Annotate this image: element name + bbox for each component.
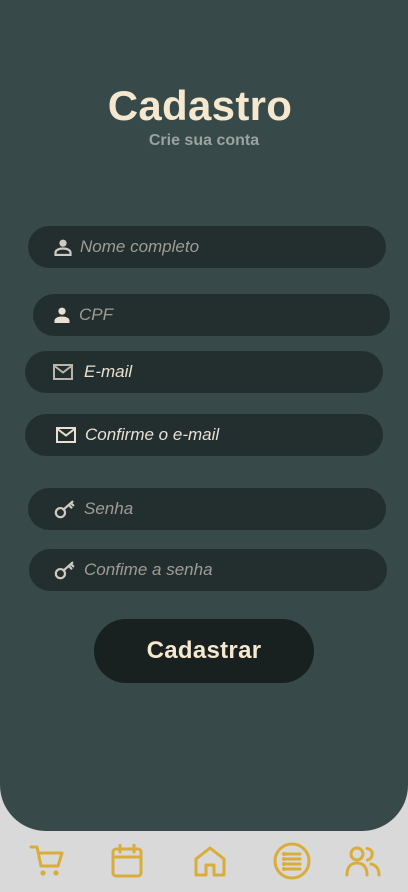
- bottom-nav: [0, 831, 408, 892]
- email-field[interactable]: E-mail: [25, 351, 383, 393]
- form-panel: Cadastro Crie sua conta Nome completo CP…: [0, 0, 408, 831]
- page-subtitle: Crie sua conta: [148, 132, 260, 149]
- full-name-placeholder: Nome completo: [80, 237, 200, 256]
- password-field[interactable]: Senha: [28, 488, 386, 530]
- full-name-field[interactable]: Nome completo: [28, 226, 386, 268]
- cpf-placeholder: CPF: [79, 305, 113, 324]
- calendar-icon[interactable]: [107, 841, 147, 881]
- cpf-field[interactable]: CPF: [33, 294, 390, 336]
- password-confirm-field[interactable]: Confime a senha: [29, 549, 387, 591]
- cart-icon[interactable]: [27, 841, 67, 881]
- person-icon: [52, 236, 74, 258]
- page-title: Cadastro: [107, 82, 293, 129]
- mail-icon: [52, 361, 74, 383]
- email-confirm-field[interactable]: Confirme o e-mail: [25, 414, 383, 456]
- key-icon: [54, 559, 76, 581]
- key-icon: [54, 498, 76, 520]
- password-confirm-placeholder: Confime a senha: [84, 560, 213, 579]
- list-icon[interactable]: [272, 841, 312, 881]
- person-icon: [51, 304, 73, 326]
- email-value: E-mail: [84, 362, 133, 381]
- home-icon[interactable]: [190, 841, 230, 881]
- email-confirm-value: Confirme o e-mail: [85, 425, 220, 444]
- users-icon[interactable]: [343, 841, 383, 881]
- register-button[interactable]: Cadastrar: [94, 619, 314, 683]
- password-placeholder: Senha: [84, 499, 134, 518]
- mail-icon: [55, 424, 77, 446]
